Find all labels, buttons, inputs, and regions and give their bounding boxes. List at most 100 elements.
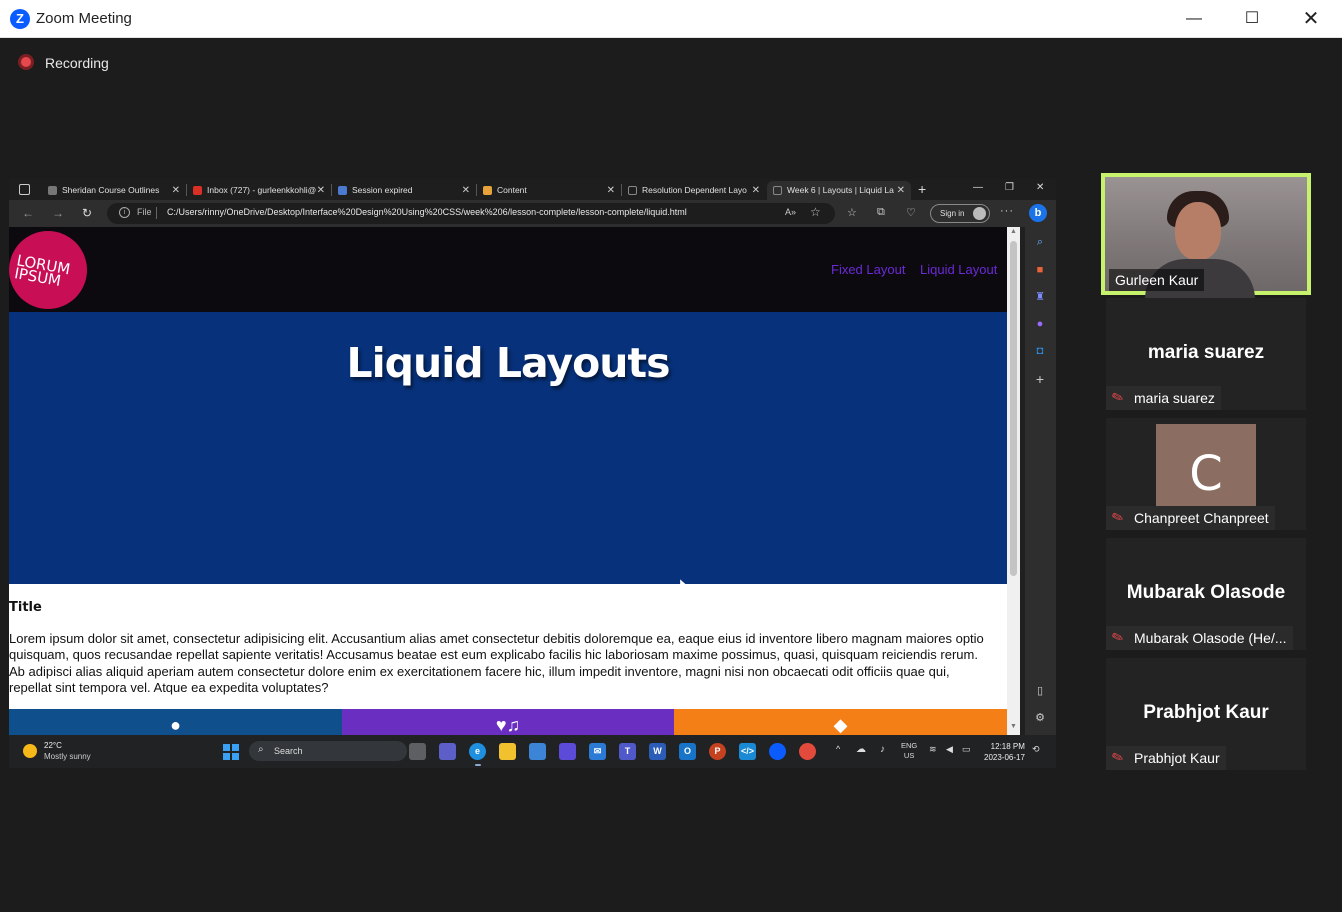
taskbar-search[interactable]: ⌕ Search bbox=[249, 741, 407, 761]
paragraph-line: quisquam, quos recusandae repellat sapie… bbox=[9, 647, 978, 663]
zoom-title-bar: Z Zoom Meeting — ☐ ✕ bbox=[0, 0, 1342, 38]
paragraph-line: Ab adipisci alias aliquid aperiam autem … bbox=[9, 663, 950, 679]
favorites-icon[interactable]: ☆ bbox=[847, 206, 857, 219]
bing-copilot-icon[interactable]: b bbox=[1029, 204, 1047, 222]
nav-link-liquid-layout[interactable]: Liquid Layout bbox=[920, 262, 997, 277]
sun-weather-icon[interactable] bbox=[23, 744, 37, 758]
games-icon[interactable]: ● bbox=[1031, 315, 1049, 333]
browser-tab[interactable]: Inbox (727) - gurleenkkohli@ ✕ bbox=[187, 181, 331, 200]
search-icon[interactable]: ⌕ bbox=[1031, 233, 1049, 251]
nav-link-fixed-layout[interactable]: Fixed Layout bbox=[831, 262, 905, 277]
edge-sidebar: ⌕ ■ ♜ ● ◘ + ▯ ⚙ bbox=[1025, 227, 1056, 735]
language-indicator[interactable]: ENG US bbox=[901, 741, 917, 761]
more-menu-icon[interactable]: ··· bbox=[1000, 205, 1014, 217]
search-label: Search bbox=[274, 746, 303, 756]
participant-tile[interactable]: C Chanpreet Chanpreet ✎ bbox=[1106, 418, 1306, 530]
task-view-icon[interactable] bbox=[409, 743, 426, 760]
onedrive-icon[interactable]: ☁ bbox=[856, 744, 866, 755]
url-text[interactable]: C:/Users/rinny/OneDrive/Desktop/Interfac… bbox=[167, 207, 687, 217]
participant-video-face bbox=[1175, 202, 1221, 260]
browser-close-icon[interactable]: ✕ bbox=[1036, 182, 1044, 193]
vscode-icon[interactable]: </> bbox=[739, 743, 756, 760]
scroll-thumb[interactable] bbox=[1010, 241, 1017, 576]
zoom-app-icon[interactable] bbox=[769, 743, 786, 760]
maximize-button[interactable]: ☐ bbox=[1229, 7, 1275, 31]
back-icon[interactable]: ← bbox=[22, 206, 34, 220]
tab-close-icon[interactable]: ✕ bbox=[172, 181, 180, 200]
tab-close-icon[interactable]: ✕ bbox=[317, 181, 325, 200]
tray-overflow-icon[interactable]: ^ bbox=[836, 744, 840, 754]
chat-icon[interactable] bbox=[439, 743, 456, 760]
browser-restore-icon[interactable]: ❐ bbox=[1005, 182, 1014, 193]
layers-icon: ◆ bbox=[833, 715, 848, 735]
volume-icon[interactable]: ◀ bbox=[946, 744, 953, 755]
shopping-icon[interactable]: ■ bbox=[1031, 261, 1049, 279]
browser-tab[interactable]: Resolution Dependent Layo ✕ bbox=[622, 181, 766, 200]
participant-tile[interactable]: Mubarak Olasode Mubarak Olasode (He/... … bbox=[1106, 538, 1306, 650]
word-icon[interactable]: W bbox=[649, 743, 666, 760]
zoom-logo-icon: Z bbox=[10, 9, 30, 29]
browser-tab[interactable]: Session expired ✕ bbox=[332, 181, 476, 200]
store-icon[interactable] bbox=[529, 743, 546, 760]
favicon-icon bbox=[48, 186, 57, 195]
add-icon[interactable]: + bbox=[1031, 370, 1049, 388]
edge-icon[interactable]: e bbox=[469, 743, 486, 760]
address-bar[interactable]: i File C:/Users/rinny/OneDrive/Desktop/I… bbox=[107, 203, 835, 224]
mail-icon[interactable]: ✉ bbox=[589, 743, 606, 760]
search-icon: ⌕ bbox=[258, 744, 264, 755]
close-button[interactable]: ✕ bbox=[1288, 7, 1334, 31]
tab-actions-icon[interactable] bbox=[19, 184, 30, 195]
tab-close-icon[interactable]: ✕ bbox=[897, 181, 905, 200]
file-explorer-icon[interactable] bbox=[499, 743, 516, 760]
scroll-down-icon[interactable]: ▼ bbox=[1010, 723, 1017, 730]
battery-icon[interactable]: ▭ bbox=[962, 744, 971, 755]
teams-icon[interactable]: T bbox=[619, 743, 636, 760]
powerpoint-icon[interactable]: P bbox=[709, 743, 726, 760]
favorite-star-icon[interactable]: ☆ bbox=[810, 205, 821, 219]
tab-close-icon[interactable]: ✕ bbox=[607, 181, 615, 200]
shared-screen[interactable]: Sheridan Course Outlines ✕ Inbox (727) -… bbox=[9, 179, 1056, 768]
clipchamp-icon[interactable] bbox=[559, 743, 576, 760]
browser-tab[interactable]: Sheridan Course Outlines ✕ bbox=[42, 181, 186, 200]
collections-icon[interactable]: ⧉ bbox=[877, 206, 885, 219]
browser-tab-active[interactable]: Week 6 | Layouts | Liquid La ✕ bbox=[767, 181, 911, 200]
outlook-icon[interactable]: O bbox=[679, 743, 696, 760]
weather-description[interactable]: Mostly sunny bbox=[44, 752, 91, 761]
tab-label: Inbox (727) - gurleenkkohli@ bbox=[207, 185, 317, 195]
extensions-icon[interactable]: ♡ bbox=[906, 206, 916, 219]
microphone-icon[interactable]: ♪ bbox=[880, 744, 885, 755]
windows-start-icon[interactable] bbox=[223, 744, 239, 760]
participant-tile-active-speaker[interactable]: Gurleen Kaur bbox=[1101, 173, 1311, 299]
new-tab-button[interactable]: + bbox=[918, 181, 926, 197]
tab-label: Week 6 | Layouts | Liquid La bbox=[787, 185, 894, 195]
tab-close-icon[interactable]: ✕ bbox=[462, 181, 470, 200]
sign-in-button[interactable]: Sign in bbox=[930, 204, 990, 223]
weather-temperature[interactable]: 22°C bbox=[44, 741, 62, 750]
forward-icon[interactable]: → bbox=[52, 206, 64, 220]
outlook-icon[interactable]: ◘ bbox=[1031, 342, 1049, 360]
clock[interactable]: 12:18 PM 2023-06-17 bbox=[984, 741, 1025, 763]
hero-title: Liquid Layouts bbox=[346, 339, 670, 387]
clock-date: 2023-06-17 bbox=[984, 753, 1025, 762]
tab-label: Session expired bbox=[352, 185, 413, 195]
participant-tile[interactable]: Prabhjot Kaur Prabhjot Kaur ✎ bbox=[1106, 658, 1306, 770]
scroll-up-icon[interactable]: ▲ bbox=[1010, 228, 1017, 235]
sidebar-toggle-icon[interactable]: ▯ bbox=[1031, 682, 1049, 700]
settings-gear-icon[interactable]: ⚙ bbox=[1031, 709, 1049, 727]
tools-icon[interactable]: ♜ bbox=[1031, 288, 1049, 306]
wifi-icon[interactable]: ≋ bbox=[929, 744, 937, 755]
tab-close-icon[interactable]: ✕ bbox=[752, 181, 760, 200]
minimize-button[interactable]: — bbox=[1171, 7, 1217, 31]
notification-icon[interactable]: ⟲ bbox=[1032, 744, 1040, 755]
browser-minimize-icon[interactable]: — bbox=[973, 182, 983, 193]
refresh-icon[interactable]: ↻ bbox=[82, 206, 92, 220]
browser-tab[interactable]: Content ✕ bbox=[477, 181, 621, 200]
favicon-icon bbox=[338, 186, 347, 195]
page-scrollbar[interactable]: ▲ ▼ bbox=[1007, 227, 1020, 735]
read-aloud-icon[interactable]: A» bbox=[785, 207, 796, 217]
participant-display-name: Prabhjot Kaur bbox=[1143, 702, 1269, 723]
chrome-icon[interactable] bbox=[799, 743, 816, 760]
info-icon[interactable]: i bbox=[119, 207, 130, 218]
participant-tile[interactable]: maria suarez maria suarez ✎ bbox=[1106, 298, 1306, 410]
site-logo[interactable]: LORUM IPSUM bbox=[9, 231, 87, 309]
